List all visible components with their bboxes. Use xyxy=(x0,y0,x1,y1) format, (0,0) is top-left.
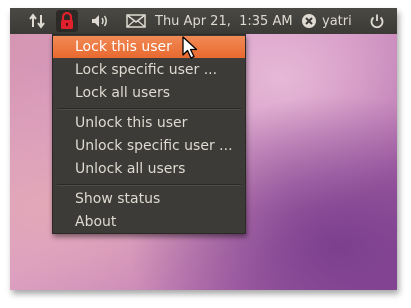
menu-item-unlock-specific-user[interactable]: Unlock specific user ... xyxy=(53,135,245,157)
menu-item-show-status[interactable]: Show status xyxy=(53,188,245,210)
username-label[interactable]: yatri xyxy=(322,8,352,34)
menu-item-lock-specific-user[interactable]: Lock specific user ... xyxy=(53,59,245,81)
clock-label[interactable]: Thu Apr 21, 1:35 AM xyxy=(155,8,293,34)
menu-item-lock-all-users[interactable]: Lock all users xyxy=(53,82,245,104)
menu-item-unlock-this-user[interactable]: Unlock this user xyxy=(53,112,245,134)
network-updown-icon[interactable] xyxy=(28,8,46,34)
lock-menu: Lock this user Lock specific user ... Lo… xyxy=(52,34,246,234)
menu-item-lock-this-user[interactable]: Lock this user xyxy=(53,36,245,58)
envelope-icon[interactable] xyxy=(126,8,146,34)
power-icon[interactable] xyxy=(369,8,385,34)
desktop-screenshot: Thu Apr 21, 1:35 AM yatri Lock this user… xyxy=(10,8,397,290)
speaker-icon[interactable] xyxy=(90,8,110,34)
menu-separator xyxy=(57,184,241,186)
padlock-icon xyxy=(61,11,73,29)
mouse-pointer-icon xyxy=(182,36,198,59)
menu-item-unlock-all-users[interactable]: Unlock all users xyxy=(53,158,245,180)
top-panel: Thu Apr 21, 1:35 AM yatri xyxy=(10,8,397,34)
menu-separator xyxy=(57,108,241,110)
lock-indicator-button[interactable] xyxy=(56,10,78,32)
menu-item-about[interactable]: About xyxy=(53,211,245,233)
user-status-icon[interactable] xyxy=(301,8,317,34)
